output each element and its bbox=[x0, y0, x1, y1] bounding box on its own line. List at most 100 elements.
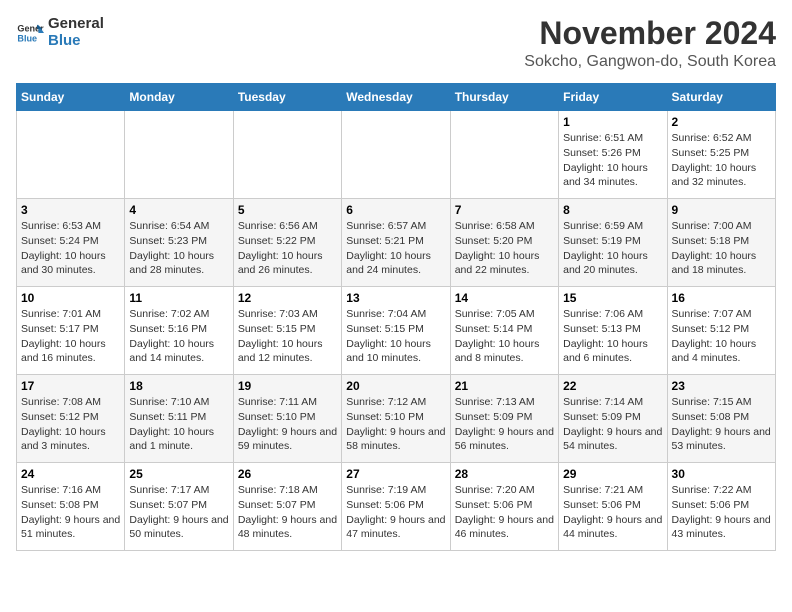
day-number: 16 bbox=[672, 291, 771, 305]
day-number: 17 bbox=[21, 379, 120, 393]
calendar-cell: 5 Sunrise: 6:56 AM Sunset: 5:22 PM Daylig… bbox=[233, 199, 341, 287]
day-number: 28 bbox=[455, 467, 554, 481]
day-number: 6 bbox=[346, 203, 445, 217]
calendar-cell: 27 Sunrise: 7:19 AM Sunset: 5:06 PM Dayli… bbox=[342, 463, 450, 551]
day-info: Sunrise: 7:17 AM Sunset: 5:07 PM Dayligh… bbox=[129, 483, 228, 542]
day-number: 15 bbox=[563, 291, 662, 305]
column-header-monday: Monday bbox=[125, 84, 233, 111]
month-title: November 2024 bbox=[524, 16, 776, 51]
header-row: SundayMondayTuesdayWednesdayThursdayFrid… bbox=[17, 84, 776, 111]
day-number: 29 bbox=[563, 467, 662, 481]
day-number: 4 bbox=[129, 203, 228, 217]
column-header-friday: Friday bbox=[559, 84, 667, 111]
day-number: 27 bbox=[346, 467, 445, 481]
svg-text:Blue: Blue bbox=[17, 33, 37, 43]
calendar-cell: 6 Sunrise: 6:57 AM Sunset: 5:21 PM Daylig… bbox=[342, 199, 450, 287]
calendar-cell bbox=[233, 111, 341, 199]
day-number: 8 bbox=[563, 203, 662, 217]
day-info: Sunrise: 7:12 AM Sunset: 5:10 PM Dayligh… bbox=[346, 395, 445, 454]
day-info: Sunrise: 6:57 AM Sunset: 5:21 PM Dayligh… bbox=[346, 219, 445, 278]
calendar-cell: 13 Sunrise: 7:04 AM Sunset: 5:15 PM Dayli… bbox=[342, 287, 450, 375]
calendar-cell: 25 Sunrise: 7:17 AM Sunset: 5:07 PM Dayli… bbox=[125, 463, 233, 551]
day-info: Sunrise: 7:02 AM Sunset: 5:16 PM Dayligh… bbox=[129, 307, 228, 366]
column-header-sunday: Sunday bbox=[17, 84, 125, 111]
day-info: Sunrise: 6:59 AM Sunset: 5:19 PM Dayligh… bbox=[563, 219, 662, 278]
calendar-cell: 16 Sunrise: 7:07 AM Sunset: 5:12 PM Dayli… bbox=[667, 287, 775, 375]
calendar-cell: 7 Sunrise: 6:58 AM Sunset: 5:20 PM Daylig… bbox=[450, 199, 558, 287]
day-number: 24 bbox=[21, 467, 120, 481]
day-number: 12 bbox=[238, 291, 337, 305]
page-header: General Blue General Blue November 2024 … bbox=[16, 16, 776, 71]
calendar-cell bbox=[17, 111, 125, 199]
logo-icon: General Blue bbox=[16, 19, 44, 47]
day-info: Sunrise: 7:19 AM Sunset: 5:06 PM Dayligh… bbox=[346, 483, 445, 542]
calendar-cell: 21Sunrise: 7:13 AM Sunset: 5:09 PM Dayli… bbox=[450, 375, 558, 463]
calendar-cell: 12 Sunrise: 7:03 AM Sunset: 5:15 PM Dayli… bbox=[233, 287, 341, 375]
logo-blue-text: Blue bbox=[48, 33, 104, 50]
day-number: 11 bbox=[129, 291, 228, 305]
calendar-cell bbox=[342, 111, 450, 199]
calendar-cell: 14 Sunrise: 7:05 AM Sunset: 5:14 PM Dayli… bbox=[450, 287, 558, 375]
day-number: 1 bbox=[563, 115, 662, 129]
title-section: November 2024 Sokcho, Gangwon-do, South … bbox=[524, 16, 776, 71]
day-info: Sunrise: 6:54 AM Sunset: 5:23 PM Dayligh… bbox=[129, 219, 228, 278]
day-number: 18 bbox=[129, 379, 228, 393]
logo-general-text: General bbox=[48, 16, 104, 33]
calendar-week-4: 17 Sunrise: 7:08 AM Sunset: 5:12 PM Dayli… bbox=[17, 375, 776, 463]
day-info: Sunrise: 6:58 AM Sunset: 5:20 PM Dayligh… bbox=[455, 219, 554, 278]
logo: General Blue General Blue bbox=[16, 16, 104, 49]
day-info: Sunrise: 7:15 AM Sunset: 5:08 PM Dayligh… bbox=[672, 395, 771, 454]
calendar-cell: 4 Sunrise: 6:54 AM Sunset: 5:23 PM Daylig… bbox=[125, 199, 233, 287]
calendar-week-2: 3Sunrise: 6:53 AM Sunset: 5:24 PM Daylig… bbox=[17, 199, 776, 287]
calendar-cell: 22Sunrise: 7:14 AM Sunset: 5:09 PM Dayli… bbox=[559, 375, 667, 463]
calendar-cell: 18 Sunrise: 7:10 AM Sunset: 5:11 PM Dayli… bbox=[125, 375, 233, 463]
calendar-cell: 28 Sunrise: 7:20 AM Sunset: 5:06 PM Dayli… bbox=[450, 463, 558, 551]
day-number: 19 bbox=[238, 379, 337, 393]
day-number: 14 bbox=[455, 291, 554, 305]
calendar-table: SundayMondayTuesdayWednesdayThursdayFrid… bbox=[16, 83, 776, 551]
calendar-week-3: 10 Sunrise: 7:01 AM Sunset: 5:17 PM Dayli… bbox=[17, 287, 776, 375]
calendar-cell: 30Sunrise: 7:22 AM Sunset: 5:06 PM Dayli… bbox=[667, 463, 775, 551]
calendar-week-1: 1 Sunrise: 6:51 AM Sunset: 5:26 PM Daylig… bbox=[17, 111, 776, 199]
day-number: 25 bbox=[129, 467, 228, 481]
day-info: Sunrise: 7:05 AM Sunset: 5:14 PM Dayligh… bbox=[455, 307, 554, 366]
calendar-cell: 19 Sunrise: 7:11 AM Sunset: 5:10 PM Dayli… bbox=[233, 375, 341, 463]
calendar-cell: 3Sunrise: 6:53 AM Sunset: 5:24 PM Daylig… bbox=[17, 199, 125, 287]
day-number: 26 bbox=[238, 467, 337, 481]
day-number: 23 bbox=[672, 379, 771, 393]
location-subtitle: Sokcho, Gangwon-do, South Korea bbox=[524, 53, 776, 71]
calendar-cell bbox=[450, 111, 558, 199]
day-number: 10 bbox=[21, 291, 120, 305]
day-info: Sunrise: 7:04 AM Sunset: 5:15 PM Dayligh… bbox=[346, 307, 445, 366]
calendar-cell: 23 Sunrise: 7:15 AM Sunset: 5:08 PM Dayli… bbox=[667, 375, 775, 463]
day-info: Sunrise: 7:10 AM Sunset: 5:11 PM Dayligh… bbox=[129, 395, 228, 454]
day-number: 2 bbox=[672, 115, 771, 129]
day-info: Sunrise: 7:03 AM Sunset: 5:15 PM Dayligh… bbox=[238, 307, 337, 366]
calendar-cell: 15 Sunrise: 7:06 AM Sunset: 5:13 PM Dayli… bbox=[559, 287, 667, 375]
day-number: 7 bbox=[455, 203, 554, 217]
day-number: 13 bbox=[346, 291, 445, 305]
day-info: Sunrise: 7:08 AM Sunset: 5:12 PM Dayligh… bbox=[21, 395, 120, 454]
day-info: Sunrise: 7:11 AM Sunset: 5:10 PM Dayligh… bbox=[238, 395, 337, 454]
day-info: Sunrise: 6:51 AM Sunset: 5:26 PM Dayligh… bbox=[563, 131, 662, 190]
calendar-cell: 8 Sunrise: 6:59 AM Sunset: 5:19 PM Daylig… bbox=[559, 199, 667, 287]
day-info: Sunrise: 7:20 AM Sunset: 5:06 PM Dayligh… bbox=[455, 483, 554, 542]
day-info: Sunrise: 7:16 AM Sunset: 5:08 PM Dayligh… bbox=[21, 483, 120, 542]
day-number: 30 bbox=[672, 467, 771, 481]
day-info: Sunrise: 7:13 AM Sunset: 5:09 PM Dayligh… bbox=[455, 395, 554, 454]
day-info: Sunrise: 6:56 AM Sunset: 5:22 PM Dayligh… bbox=[238, 219, 337, 278]
calendar-cell bbox=[125, 111, 233, 199]
calendar-body: 1 Sunrise: 6:51 AM Sunset: 5:26 PM Daylig… bbox=[17, 111, 776, 551]
day-info: Sunrise: 7:07 AM Sunset: 5:12 PM Dayligh… bbox=[672, 307, 771, 366]
calendar-cell: 26Sunrise: 7:18 AM Sunset: 5:07 PM Dayli… bbox=[233, 463, 341, 551]
day-info: Sunrise: 7:01 AM Sunset: 5:17 PM Dayligh… bbox=[21, 307, 120, 366]
day-number: 5 bbox=[238, 203, 337, 217]
day-info: Sunrise: 7:06 AM Sunset: 5:13 PM Dayligh… bbox=[563, 307, 662, 366]
day-info: Sunrise: 7:00 AM Sunset: 5:18 PM Dayligh… bbox=[672, 219, 771, 278]
calendar-week-5: 24 Sunrise: 7:16 AM Sunset: 5:08 PM Dayli… bbox=[17, 463, 776, 551]
column-header-wednesday: Wednesday bbox=[342, 84, 450, 111]
day-info: Sunrise: 6:53 AM Sunset: 5:24 PM Dayligh… bbox=[21, 219, 120, 278]
calendar-cell: 17 Sunrise: 7:08 AM Sunset: 5:12 PM Dayli… bbox=[17, 375, 125, 463]
calendar-cell: 9 Sunrise: 7:00 AM Sunset: 5:18 PM Daylig… bbox=[667, 199, 775, 287]
day-number: 9 bbox=[672, 203, 771, 217]
